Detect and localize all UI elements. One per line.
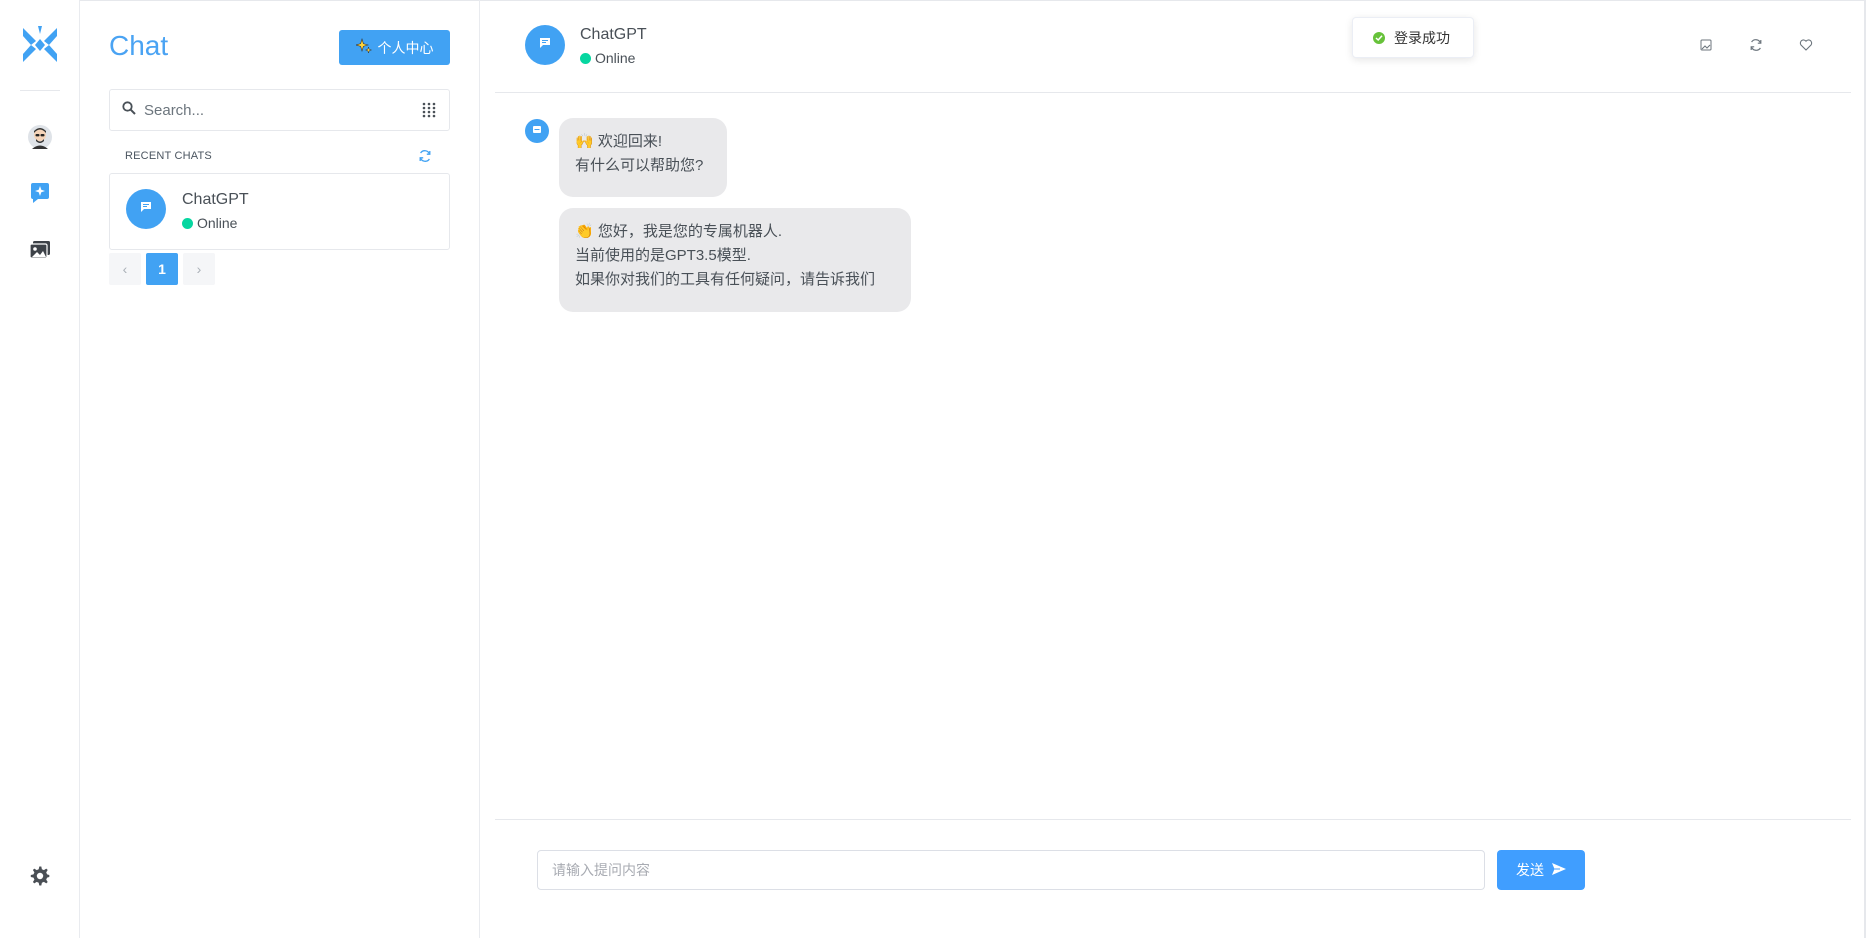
message-line: 当前使用的是GPT3.5模型. (575, 247, 751, 264)
pagination: ‹ 1 › (109, 253, 215, 285)
image-icon[interactable] (1699, 38, 1713, 52)
refresh-icon[interactable] (1749, 38, 1763, 52)
login-success-toast: 登录成功 (1352, 17, 1474, 58)
prev-page-button[interactable]: ‹ (109, 253, 141, 285)
header-chat-name: ChatGPT (580, 26, 647, 43)
page-1-button[interactable]: 1 (146, 253, 178, 285)
page-title: Chat (109, 30, 169, 61)
grid-icon[interactable] (421, 102, 437, 118)
chat-status: Online (182, 215, 237, 231)
profile-center-button[interactable]: 个人中心 (339, 30, 450, 65)
check-icon (1373, 31, 1385, 44)
left-rail (0, 0, 80, 938)
message-line: 有什么可以帮助您? (575, 157, 704, 174)
composer-divider (495, 819, 1851, 820)
header-status-label: Online (595, 50, 636, 66)
header-status: Online (580, 50, 635, 66)
search-icon (122, 100, 136, 120)
refresh-icon[interactable] (418, 149, 432, 163)
next-page-button[interactable]: › (183, 253, 215, 285)
search-box (109, 89, 450, 131)
chat-icon[interactable] (26, 179, 54, 207)
bot-avatar (525, 119, 549, 143)
toast-text: 登录成功 (1394, 29, 1450, 46)
send-button[interactable]: 发送 (1497, 850, 1585, 890)
rail-divider (20, 90, 60, 91)
avatar[interactable] (26, 123, 54, 151)
logo-icon[interactable] (19, 24, 61, 66)
settings-icon[interactable] (26, 862, 54, 890)
chat-header: ChatGPT Online (495, 0, 1851, 93)
message-line: 如果你对我们的工具有任何疑问，请告诉我们 (575, 271, 876, 288)
list-item[interactable]: ChatGPT Online (109, 173, 450, 250)
message-icon (140, 200, 152, 218)
message-line: 👏 您好，我是您的专属机器人. (575, 223, 783, 240)
chat-list-panel: Chat 个人中心 RECENT CHATS (80, 0, 480, 938)
header-tools (1699, 38, 1813, 52)
recent-chats-heading: RECENT CHATS (125, 150, 212, 162)
chat-main: ChatGPT Online 登录成功 🙌 欢迎回来! 有什么可以帮助您? 👏 … (480, 0, 1864, 938)
profile-center-label: 个人中心 (377, 39, 434, 56)
header-avatar (525, 25, 565, 65)
bot-message: 👏 您好，我是您的专属机器人. 当前使用的是GPT3.5模型. 如果你对我们的工… (559, 208, 911, 312)
search-input[interactable] (144, 101, 421, 119)
bot-message: 🙌 欢迎回来! 有什么可以帮助您? (559, 118, 727, 197)
message-icon (539, 36, 551, 54)
online-dot (182, 217, 193, 229)
send-icon (1552, 862, 1566, 878)
chat-avatar (126, 189, 166, 229)
send-label: 发送 (1516, 862, 1544, 878)
gallery-icon[interactable] (26, 236, 54, 264)
chat-status-label: Online (197, 215, 238, 231)
message-line: 🙌 欢迎回来! (575, 133, 663, 150)
chat-name: ChatGPT (182, 191, 249, 208)
message-icon (532, 122, 542, 140)
sparkle-icon (354, 37, 372, 57)
heart-icon[interactable] (1799, 38, 1813, 52)
online-dot (580, 52, 591, 64)
message-input[interactable] (537, 850, 1485, 890)
